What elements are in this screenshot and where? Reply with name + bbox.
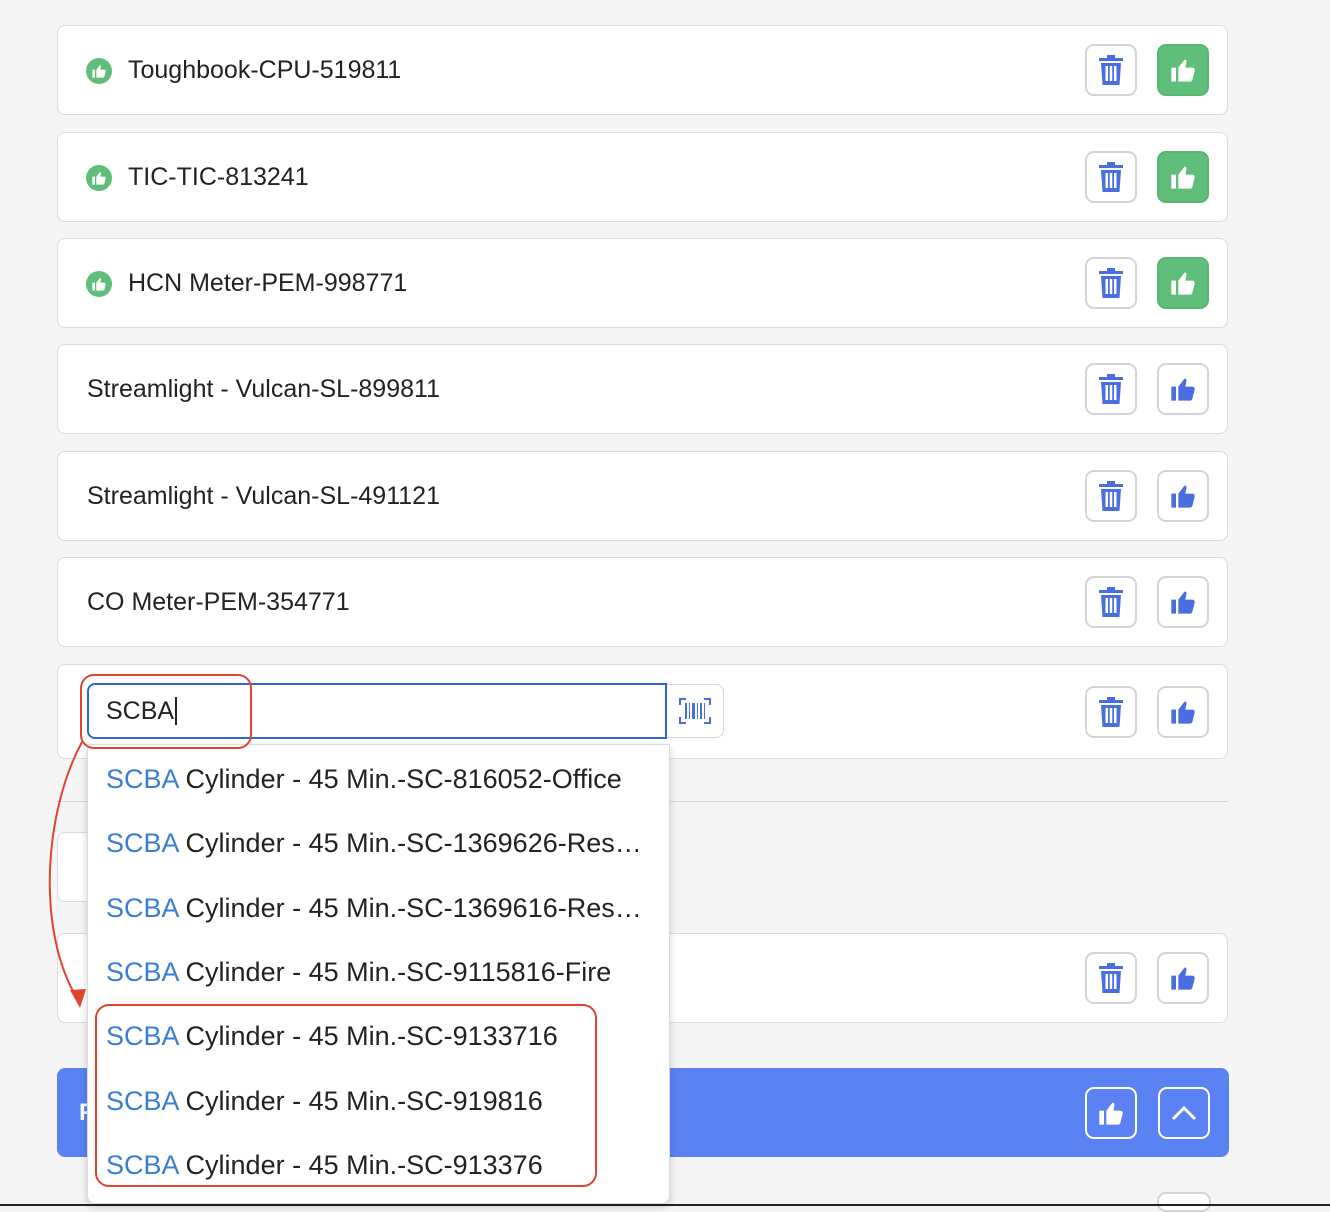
annotation-arrow bbox=[48, 741, 86, 1008]
